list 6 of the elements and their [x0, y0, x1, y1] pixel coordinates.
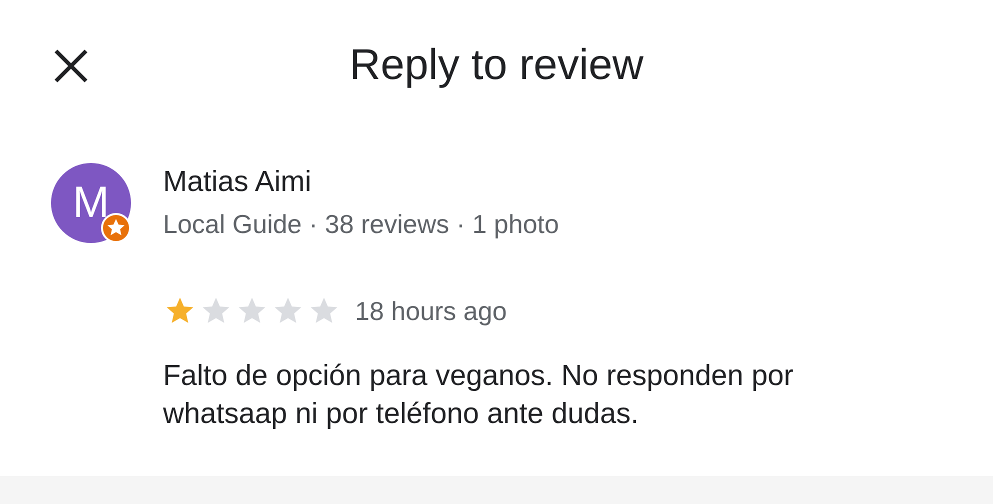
dialog-title: Reply to review	[350, 40, 644, 90]
reviewer-name: Matias Aimi	[163, 166, 312, 199]
review-time: 18 hours ago	[355, 296, 507, 326]
reviewer-details: Local Guide · 38 reviews · 1 photo	[163, 209, 559, 240]
close-icon[interactable]	[53, 48, 89, 84]
review-text: Falto de opción para veganos. No responden por whatsaap ni por teléfono ante dudas.	[163, 359, 794, 432]
